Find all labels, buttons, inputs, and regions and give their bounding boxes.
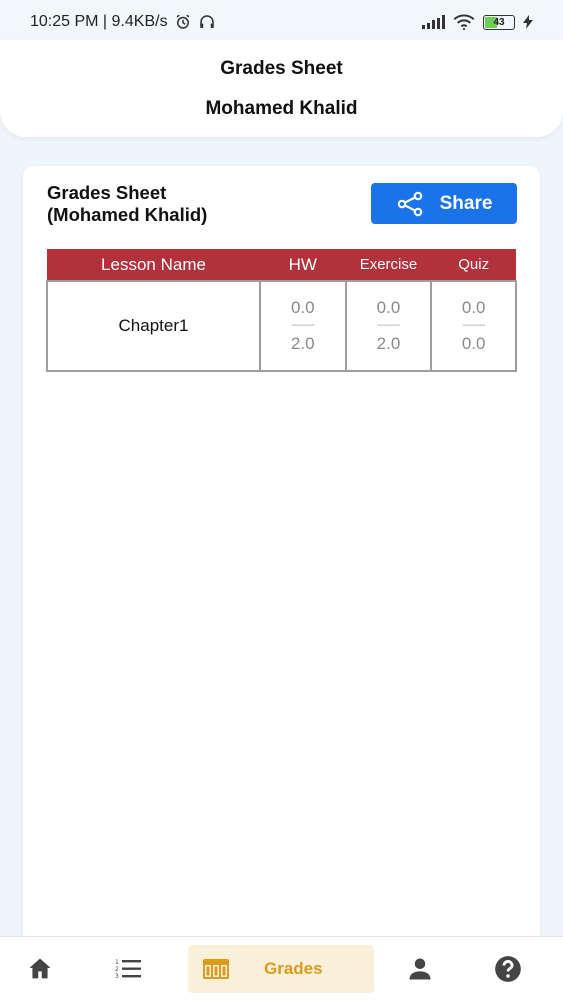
home-icon (29, 958, 51, 979)
status-bar: 10:25 PM | 9.4KB/s 43 (0, 0, 563, 44)
help-icon (495, 956, 521, 982)
profile-icon (409, 958, 431, 980)
signal-icon (422, 15, 445, 29)
svg-text:1: 1 (115, 959, 119, 966)
svg-text:2: 2 (115, 966, 119, 973)
hw-cell: 0.0 -------- 2.0 (258, 280, 347, 372)
header-lesson-name: Lesson Name (47, 249, 260, 281)
svg-text:3: 3 (115, 973, 119, 980)
grades-table: Lesson Name HW Exercise Quiz Chapter1 0.… (46, 249, 517, 372)
hw-separator: -------- (291, 320, 315, 331)
quiz-separator: -------- (462, 320, 485, 331)
quiz-total: 0.0 (461, 334, 486, 353)
nav-help[interactable] (488, 937, 528, 1000)
bottom-navigation: 1 2 3 Grades (0, 936, 563, 1000)
hw-total: 2.0 (290, 334, 315, 353)
sheet-title-line1: Grades Sheet (47, 182, 167, 203)
nav-profile[interactable] (400, 937, 440, 1000)
nav-grades-label: Grades (264, 959, 323, 978)
exercise-separator: -------- (377, 320, 400, 331)
quiz-cell: 0.0 -------- 0.0 (430, 280, 517, 372)
battery-icon: 43 (483, 14, 515, 30)
header-quiz: Quiz (431, 249, 516, 281)
status-time-speed: 10:25 PM | 9.4KB/s (30, 13, 168, 30)
exercise-cell: 0.0 -------- 2.0 (344, 280, 433, 372)
share-icon (397, 191, 422, 216)
nav-grades[interactable]: Grades (188, 945, 374, 993)
hw-score: 0.0 (290, 298, 315, 317)
header-exercise: Exercise (345, 249, 432, 281)
charging-icon (523, 15, 533, 29)
exercise-total: 2.0 (376, 334, 401, 353)
alarm-icon (176, 14, 189, 29)
headphones-icon (199, 15, 214, 28)
sheet-title-line2: (Mohamed Khalid) (47, 204, 208, 225)
status-left: 10:25 PM | 9.4KB/s (30, 13, 216, 31)
header-student-name: Mohamed Khalid (205, 98, 358, 119)
header-title: Grades Sheet (220, 58, 343, 79)
nav-lessons[interactable]: 1 2 3 (108, 937, 148, 1000)
grades-card: Grades Sheet (Mohamed Khalid) Share Less… (23, 166, 540, 966)
share-button[interactable]: Share (371, 183, 517, 224)
sheet-title: Grades Sheet (Mohamed Khalid) (47, 182, 207, 226)
table-header-row: Lesson Name HW Exercise Quiz (47, 249, 516, 281)
battery-level: 43 (493, 16, 505, 28)
header-hw: HW (259, 249, 346, 281)
exercise-score: 0.0 (376, 298, 401, 317)
grades-table-icon (203, 959, 229, 979)
share-label: Share (439, 192, 493, 214)
quiz-score: 0.0 (461, 298, 486, 317)
wifi-icon (453, 14, 475, 30)
lesson-name-cell: Chapter1 (46, 280, 261, 372)
table-row: Chapter1 0.0 -------- 2.0 0.0 -------- 2… (46, 280, 517, 372)
app-header: Grades Sheet Mohamed Khalid (0, 40, 563, 137)
status-right: 43 (422, 14, 533, 30)
nav-home[interactable] (20, 937, 60, 1000)
list-icon: 1 2 3 (115, 959, 141, 980)
